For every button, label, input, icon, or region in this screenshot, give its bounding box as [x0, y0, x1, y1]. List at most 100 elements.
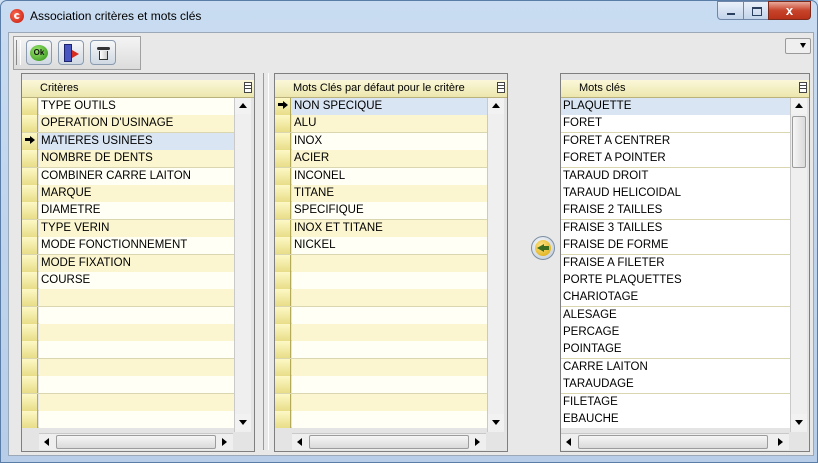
table-row[interactable]: TYPE VERIN [22, 219, 235, 238]
scroll-down-icon[interactable] [488, 414, 504, 430]
mots-cles-horizontal-scrollbar[interactable] [561, 433, 789, 450]
row-indicator[interactable] [22, 341, 38, 359]
row-cell[interactable]: OPERATION D'USINAGE [39, 115, 235, 133]
table-row[interactable]: INCONEL [275, 167, 488, 185]
table-row[interactable]: CARRE LAITON [561, 358, 790, 377]
table-row[interactable]: FORET [561, 115, 790, 133]
table-row[interactable] [275, 306, 488, 325]
table-row[interactable]: FILETAGE [561, 393, 790, 412]
row-indicator[interactable] [275, 184, 291, 202]
row-cell[interactable]: CHARIOTAGE [561, 289, 790, 307]
row-cell[interactable]: FORET A CENTRER [561, 132, 790, 150]
table-row[interactable]: TARAUDAGE [561, 376, 790, 394]
table-row[interactable]: TARAUD HELICOIDAL [561, 184, 790, 203]
row-cell[interactable]: TARAUDAGE [561, 376, 790, 394]
maximize-button[interactable] [743, 1, 769, 20]
row-cell[interactable] [292, 254, 488, 272]
row-cell[interactable] [39, 393, 235, 411]
row-cell[interactable]: FRAISE 3 TAILLES [561, 219, 790, 237]
row-cell[interactable]: POINTAGE [561, 341, 790, 359]
row-cell[interactable]: DIAMETRE [39, 202, 235, 220]
table-row[interactable]: EBAUCHE [561, 411, 790, 429]
row-cell[interactable] [39, 358, 235, 376]
table-row[interactable] [275, 411, 488, 429]
row-cell[interactable]: ALESAGE [561, 306, 790, 324]
row-indicator[interactable] [22, 237, 38, 255]
row-cell[interactable]: COURSE [39, 271, 235, 289]
table-row[interactable]: FORET A POINTER [561, 150, 790, 168]
criteres-vertical-scrollbar[interactable] [234, 98, 251, 432]
table-row[interactable] [22, 393, 235, 412]
row-indicator[interactable] [22, 115, 38, 133]
row-cell[interactable] [39, 306, 235, 324]
table-row[interactable]: PLAQUETTE [561, 98, 790, 116]
table-row[interactable] [275, 341, 488, 359]
row-cell[interactable] [292, 324, 488, 342]
row-indicator[interactable] [275, 167, 291, 185]
row-indicator[interactable] [275, 376, 291, 394]
row-indicator[interactable] [22, 306, 38, 324]
row-indicator[interactable] [22, 184, 38, 202]
table-row[interactable]: MATIERES USINEES [22, 132, 235, 151]
row-cell[interactable]: MARQUE [39, 184, 235, 202]
exit-button[interactable] [58, 40, 84, 65]
row-indicator[interactable] [275, 254, 291, 272]
table-row[interactable]: INOX [275, 132, 488, 151]
table-row[interactable]: TARAUD DROIT [561, 167, 790, 185]
table-row[interactable]: POINTAGE [561, 341, 790, 359]
row-cell[interactable] [292, 306, 488, 324]
column-settings-icon[interactable] [799, 82, 807, 93]
row-indicator[interactable] [275, 411, 291, 429]
table-row[interactable]: SPECIFIQUE [275, 202, 488, 220]
criteres-horizontal-scrollbar[interactable] [39, 433, 233, 450]
row-indicator[interactable] [22, 289, 38, 307]
row-cell[interactable] [39, 376, 235, 394]
table-row[interactable]: COURSE [22, 271, 235, 290]
close-button[interactable]: x [768, 1, 811, 20]
row-indicator[interactable] [275, 324, 291, 342]
row-indicator[interactable] [275, 237, 291, 255]
table-row[interactable]: TYPE OUTILS [22, 98, 235, 116]
table-row[interactable]: FRAISE DE FORME [561, 237, 790, 255]
table-row[interactable]: FORET A CENTRER [561, 132, 790, 151]
toolbar-grip[interactable] [16, 40, 21, 65]
row-cell[interactable]: NOMBRE DE DENTS [39, 150, 235, 168]
delete-button[interactable] [90, 40, 116, 65]
table-row[interactable] [275, 324, 488, 342]
table-row[interactable]: NON SPECIQUE [275, 98, 488, 116]
table-row[interactable] [22, 411, 235, 429]
table-row[interactable]: ALESAGE [561, 306, 790, 325]
row-indicator[interactable] [275, 271, 291, 289]
scroll-up-icon[interactable] [791, 98, 807, 114]
table-row[interactable] [22, 341, 235, 359]
row-cell[interactable]: SPECIFIQUE [292, 202, 488, 220]
scroll-left-icon[interactable] [39, 434, 55, 450]
table-row[interactable]: FRAISE 3 TAILLES [561, 219, 790, 238]
row-indicator[interactable] [275, 202, 291, 220]
minimize-button[interactable] [717, 1, 744, 20]
scroll-thumb[interactable] [56, 435, 216, 449]
row-cell[interactable]: ALU [292, 115, 488, 133]
row-indicator[interactable] [22, 358, 38, 376]
row-indicator[interactable] [275, 358, 291, 376]
row-cell[interactable]: ACIER [292, 150, 488, 168]
row-indicator[interactable] [22, 393, 38, 411]
row-cell[interactable] [292, 358, 488, 376]
row-cell[interactable]: COMBINER CARRE LAITON [39, 167, 235, 185]
scroll-right-icon[interactable] [772, 434, 788, 450]
row-indicator[interactable] [22, 202, 38, 220]
row-cell[interactable]: TYPE OUTILS [39, 98, 235, 115]
row-indicator[interactable] [275, 115, 291, 133]
row-indicator[interactable] [275, 132, 291, 150]
row-indicator[interactable] [275, 289, 291, 307]
table-row[interactable]: MODE FONCTIONNEMENT [22, 237, 235, 255]
row-cell[interactable]: INOX ET TITANE [292, 219, 488, 237]
table-row[interactable]: PORTE PLAQUETTES [561, 271, 790, 290]
table-row[interactable] [22, 289, 235, 307]
row-indicator[interactable] [22, 150, 38, 168]
row-cell[interactable]: INOX [292, 132, 488, 150]
table-row[interactable] [22, 306, 235, 325]
row-indicator[interactable] [22, 219, 38, 237]
row-cell[interactable] [39, 324, 235, 342]
row-indicator[interactable] [22, 254, 38, 272]
